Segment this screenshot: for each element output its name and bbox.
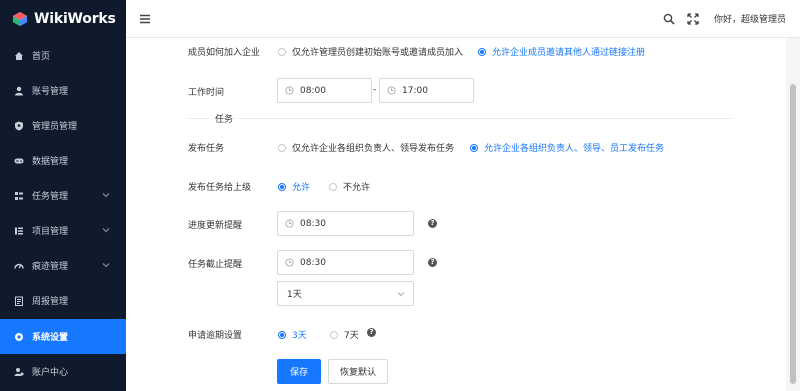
reset-default-button[interactable]: 恢复默认 [328,359,388,384]
gamepad-icon [14,158,24,163]
join-option-admin-only[interactable]: 仅允许管理员创建初始账号或邀请成员加入 [278,45,463,58]
report-icon [15,296,23,306]
help-icon[interactable]: ? [428,258,437,267]
work-time-label: 工作时间 [188,88,225,98]
sidebar-item-label: 周报管理 [32,297,69,307]
save-button[interactable]: 保存 [277,359,321,384]
help-icon[interactable]: ? [367,328,376,337]
radio-dot [330,330,338,339]
radio-label: 仅允许管理员创建初始账号或邀请成员加入 [292,48,464,58]
join-label: 成员如何加入企业 [188,48,261,58]
user-greeting[interactable]: 你好，超级管理员 [714,12,786,25]
deadline-days-value: 1天 [287,290,302,300]
join-option-invite-link[interactable]: 允许企业成员邀请其他人通过链接注册 [478,45,645,58]
sidebar-item-label: 首页 [32,52,51,62]
user-icon [15,86,23,95]
work-end-value: 17:00 [402,85,428,96]
settings-panel: 成员如何加入企业 仅允许管理员创建初始账号或邀请成员加入 允许企业成员邀请其他人… [126,38,786,391]
sidebar-item-label: 数据管理 [32,157,69,167]
task-section-title: 任务 [209,112,240,125]
fullscreen-icon[interactable] [687,13,699,25]
logo-icon [13,12,27,26]
top-header: 你好，超级管理员 [126,0,800,38]
list-icon [15,227,23,234]
radio-dot [278,330,286,339]
radio-label: 允许企业各组织负责人、领导、员工发布任务 [484,144,665,154]
deadline-reminder-input[interactable]: 08:30 [277,250,414,275]
sidebar-item-settings[interactable]: 系统设置 [0,319,126,354]
radio-label: 不允许 [343,183,371,193]
menu-toggle-icon[interactable] [139,13,151,25]
speedometer-icon [14,263,24,269]
sidebar-item-accounts[interactable]: 账号管理 [0,73,126,108]
radio-dot [278,47,286,56]
search-icon[interactable] [663,13,675,25]
publish-label: 发布任务 [188,144,225,154]
work-end-input[interactable]: 17:00 [379,78,474,103]
sidebar-item-label: 痕迹管理 [32,262,69,272]
chevron-down-icon [102,192,110,197]
section-divider [188,118,732,119]
extension-3-days[interactable]: 3天 [278,328,307,341]
app-logo[interactable]: WikiWorks [0,0,126,38]
work-time-separator: - [373,85,377,95]
deadline-reminder-value: 08:30 [300,257,326,268]
publish-up-label: 发布任务给上级 [188,183,252,193]
sidebar-item-admins[interactable]: 管理员管理 [0,108,126,143]
publish-option-leaders[interactable]: 仅允许企业各组织负责人、领导发布任务 [278,141,454,154]
publish-option-all[interactable]: 允许企业各组织负责人、领导、员工发布任务 [470,141,664,154]
radio-label: 仅允许企业各组织负责人、领导发布任务 [292,144,455,154]
sidebar-item-label: 账户中心 [32,368,69,378]
sidebar-item-label: 任务管理 [32,192,69,202]
sidebar-item-projects[interactable]: 项目管理 [0,213,126,248]
clock-icon [285,219,294,228]
sidebar-item-reports[interactable]: 周报管理 [0,283,126,318]
radio-label: 3天 [292,331,307,341]
sidebar-item-traces[interactable]: 痕迹管理 [0,248,126,283]
clock-icon [285,258,294,267]
work-start-input[interactable]: 08:00 [277,78,372,103]
home-icon [15,51,23,60]
sidebar-item-tasks[interactable]: 任务管理 [0,178,126,213]
clock-icon [387,86,396,95]
sidebar-item-label: 系统设置 [32,333,69,343]
help-icon[interactable]: ? [428,219,437,228]
shield-icon [15,121,23,130]
scrollbar-thumb[interactable] [790,84,796,384]
radio-label: 允许企业成员邀请其他人通过链接注册 [492,48,646,58]
clock-icon [285,86,294,95]
progress-reminder-value: 08:30 [300,218,326,229]
extension-label: 申请逾期设置 [188,331,243,341]
app-name: WikiWorks [34,11,116,27]
chevron-down-icon [397,292,405,297]
sidebar-item-data[interactable]: 数据管理 [0,143,126,178]
chevron-down-icon [102,227,110,232]
progress-reminder-label: 进度更新提醒 [188,221,243,231]
vertical-scrollbar[interactable] [786,38,800,391]
sidebar-item-account-center[interactable]: 账户中心 [0,354,126,389]
radio-dot [278,143,286,152]
progress-reminder-input[interactable]: 08:30 [277,211,414,236]
radio-label: 允许 [292,183,311,193]
sidebar-item-label: 管理员管理 [32,122,78,132]
sidebar-item-label: 账号管理 [32,87,69,97]
publish-up-allow[interactable]: 允许 [278,180,310,193]
radio-dot [478,47,486,56]
sidebar-item-home[interactable]: 首页 [0,38,126,73]
radio-dot [278,182,286,191]
account-icon [14,367,24,376]
deadline-reminder-label: 任务截止提醒 [188,260,243,270]
work-start-value: 08:00 [300,85,326,96]
tasks-icon [15,191,23,200]
radio-dot [329,182,337,191]
chevron-down-icon [102,262,110,267]
radio-label: 7天 [344,331,359,341]
extension-7-days[interactable]: 7天 [330,328,359,341]
sidebar: WikiWorks 首页 账号管理 管理员管理 数据管理 任务管理 项目管理 痕… [0,0,126,391]
publish-up-deny[interactable]: 不允许 [329,180,370,193]
deadline-days-select[interactable]: 1天 [277,281,414,306]
radio-dot [470,143,478,152]
sidebar-item-label: 项目管理 [32,227,69,237]
gear-icon [15,332,23,341]
